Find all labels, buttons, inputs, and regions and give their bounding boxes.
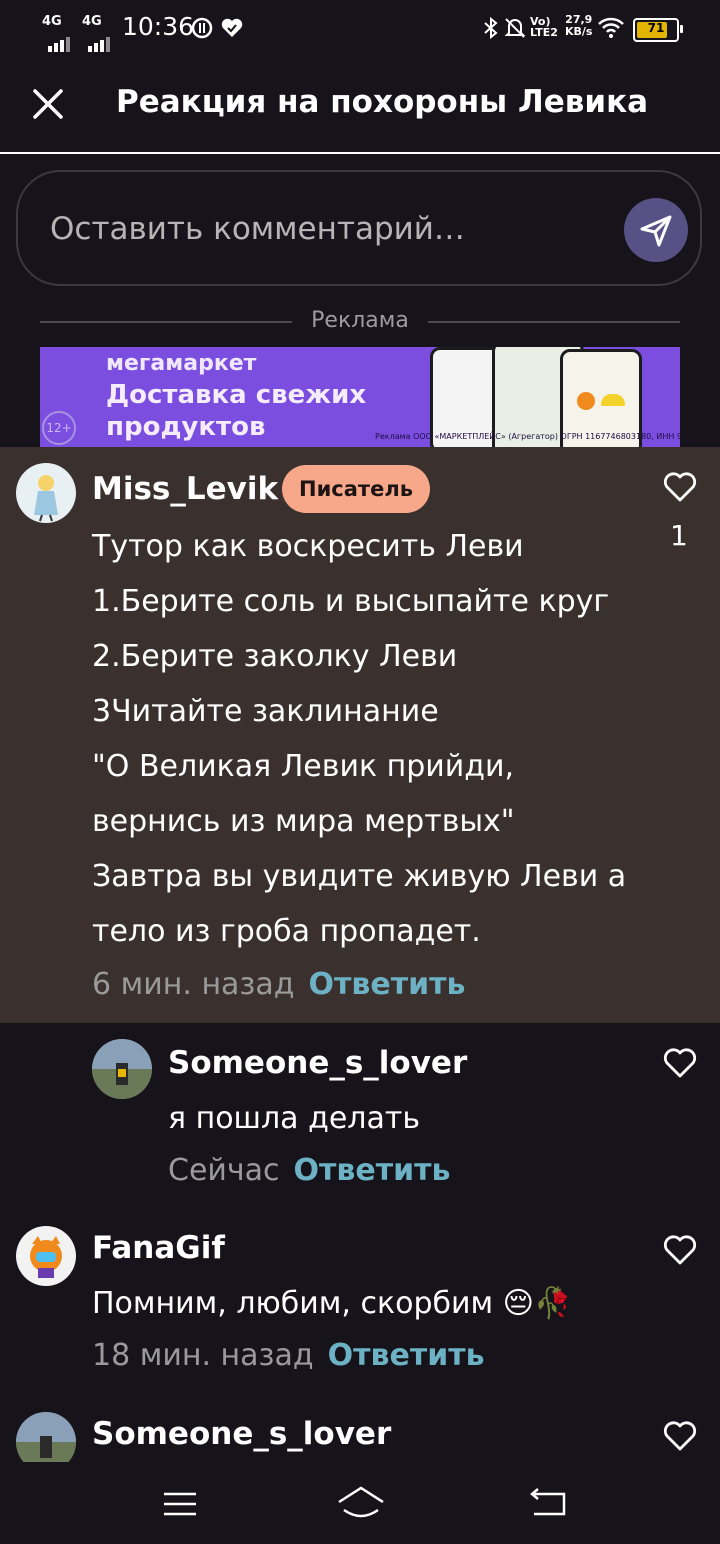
ad-brand: мегамаркет — [106, 351, 257, 376]
comment-text-line: 1.Берите соль и высыпайте круг — [92, 584, 610, 619]
comment-text-line: вернись из мира мертвых" — [92, 804, 515, 839]
comment-reply: Someone_s_lover я пошла делать Сейчас Отв… — [0, 1023, 720, 1203]
comment-text-line: "О Великая Левик прийди, — [92, 749, 515, 784]
top-bar: Реакция на похороны Левика — [0, 56, 720, 154]
ad-banner[interactable]: мегамаркет Доставка свежих продуктов Рекл… — [40, 347, 680, 447]
signal-1-icon — [48, 24, 72, 52]
comment-input[interactable] — [48, 192, 612, 266]
close-button[interactable] — [24, 80, 72, 128]
avatar[interactable] — [16, 1412, 76, 1462]
menu-icon — [164, 1492, 196, 1516]
back-icon — [530, 1488, 566, 1516]
ad-fine-print: Реклама ООО «МАРКЕТПЛЕЙС» (Агрегатор) ОГ… — [375, 432, 680, 441]
comment-username[interactable]: FanaGif — [92, 1230, 225, 1266]
comment-text-line: 3Читайте заклинание — [92, 694, 439, 729]
comment-username[interactable]: Someone_s_lover — [92, 1416, 391, 1452]
clock: 10:36 — [122, 12, 195, 41]
back-button[interactable] — [528, 1484, 570, 1524]
avatar[interactable] — [92, 1039, 152, 1099]
comment: FanaGif Помним, любим, скорбим 😔🥀 18 мин… — [0, 1210, 720, 1400]
ad-label: Реклама — [311, 308, 409, 333]
bluetooth-icon — [484, 16, 498, 40]
system-nav-bar — [0, 1462, 720, 1544]
reply-button[interactable]: Ответить — [328, 1338, 485, 1373]
heart-icon — [663, 1235, 697, 1265]
menu-button[interactable] — [160, 1484, 200, 1524]
send-icon — [640, 215, 672, 247]
like-button[interactable] — [663, 1420, 697, 1452]
comment-time: 18 мин. назад — [92, 1338, 314, 1373]
ad-divider-left — [40, 321, 292, 323]
avatar[interactable] — [16, 463, 76, 523]
comment-highlighted: Miss_Levik Писатель 1 Тутор как воскреси… — [0, 447, 720, 1023]
comment-text-line: Тутор как воскресить Леви — [92, 529, 524, 564]
heart-check-icon — [221, 18, 243, 37]
comment-text-line: Помним, любим, скорбим 😔🥀 — [92, 1286, 572, 1321]
volte-label: Vo) LTE2 — [530, 15, 558, 39]
heart-icon — [663, 472, 697, 502]
reply-button[interactable]: Ответить — [309, 967, 466, 1002]
comment-time: Сейчас — [168, 1153, 280, 1188]
reply-button[interactable]: Ответить — [294, 1153, 451, 1188]
like-count: 1 — [670, 519, 688, 552]
mute-icon — [504, 18, 526, 38]
home-icon — [338, 1486, 384, 1518]
avatar[interactable] — [16, 1226, 76, 1286]
comment-meta: 18 мин. назад Ответить — [92, 1338, 485, 1373]
like-button[interactable] — [663, 1047, 697, 1079]
comment-meta: 6 мин. назад Ответить — [92, 967, 466, 1002]
status-bar: 4G 4G 10:36 Vo) LTE2 27,9 KB/s 71 — [0, 0, 720, 56]
comment-text-line: Завтра вы увидите живую Леви а — [92, 859, 627, 894]
comment-meta: Сейчас Ответить — [168, 1153, 451, 1188]
page-title: Реакция на похороны Левика — [116, 84, 649, 120]
comment-text-line: 2.Берите заколку Леви — [92, 639, 458, 674]
like-button[interactable] — [663, 471, 697, 503]
comment-box — [16, 170, 702, 286]
ad-divider-right — [428, 321, 680, 323]
comment-username[interactable]: Miss_Levik — [92, 471, 278, 507]
heart-icon — [663, 1421, 697, 1451]
comment-time: 6 мин. назад — [92, 967, 295, 1002]
heart-icon — [663, 1048, 697, 1078]
comment: Someone_s_lover — [0, 1396, 720, 1462]
ad-headline: Доставка свежих продуктов — [106, 380, 367, 442]
wifi-icon — [598, 17, 624, 38]
send-button[interactable] — [624, 198, 688, 262]
comment-text-line: я пошла делать — [168, 1101, 421, 1136]
comment-username[interactable]: Someone_s_lover — [168, 1045, 467, 1081]
comment-text-line: тело из гроба пропадет. — [92, 914, 481, 949]
battery-icon: 71 — [633, 18, 683, 42]
data-saver-icon — [191, 17, 213, 39]
close-icon — [33, 89, 63, 119]
signal-2-icon — [88, 24, 112, 52]
battery-percent: 71 — [647, 21, 665, 35]
ad-age-badge: 12+ — [42, 411, 76, 445]
home-button[interactable] — [336, 1482, 386, 1524]
speed-indicator: 27,9 KB/s — [565, 13, 593, 38]
writer-badge: Писатель — [282, 465, 430, 513]
like-button[interactable] — [663, 1234, 697, 1266]
